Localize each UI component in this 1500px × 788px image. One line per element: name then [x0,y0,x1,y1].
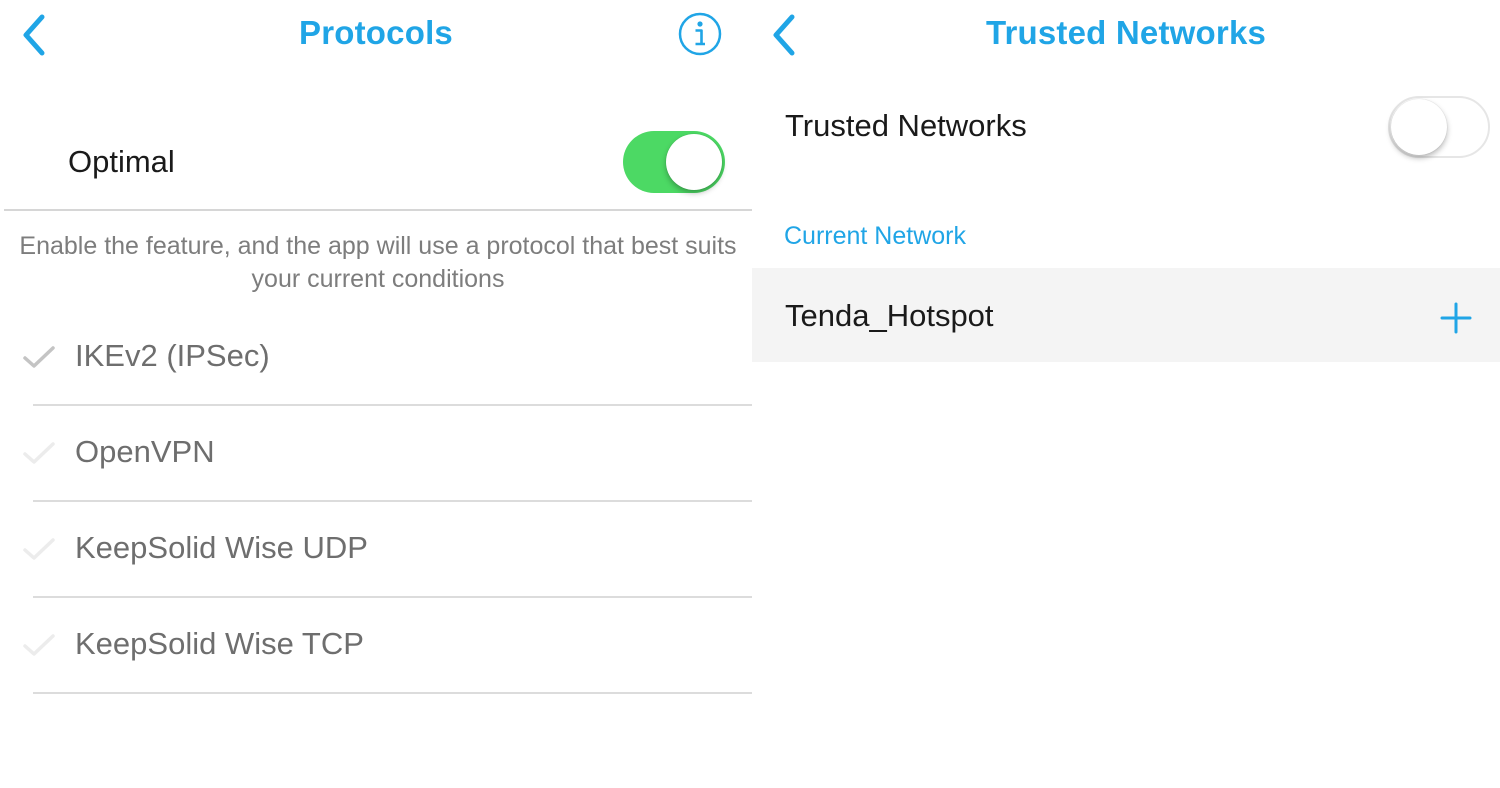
checkmark-icon [23,346,55,368]
checkmark-icon [23,442,55,464]
section-header-current-network: Current Network [784,222,966,250]
protocol-row[interactable]: IKEv2 (IPSec) [0,310,752,406]
protocol-name: KeepSolid Wise UDP [75,530,368,565]
toggle-knob [666,134,722,190]
optimal-label: Optimal [68,144,175,179]
protocol-row[interactable]: OpenVPN [0,406,752,502]
protocol-row[interactable]: KeepSolid Wise UDP [0,502,752,598]
protocol-name: KeepSolid Wise TCP [75,626,364,661]
trusted-networks-label: Trusted Networks [785,108,1027,143]
optimal-description: Enable the feature, and the app will use… [19,232,737,293]
optimal-toggle[interactable] [623,131,725,193]
network-name: Tenda_Hotspot [785,298,994,333]
divider [4,209,752,211]
network-row[interactable]: Tenda_Hotspot [752,268,1500,362]
trusted-networks-screen: Trusted Networks Trusted Networks Curren… [752,0,1500,788]
protocols-screen: Protocols Optimal Enable the feature, an… [0,0,752,788]
protocol-name: OpenVPN [75,434,215,469]
info-icon[interactable] [677,11,723,57]
checkmark-icon [23,634,55,656]
plus-icon[interactable] [1438,300,1474,336]
page-title: Protocols [299,14,453,51]
divider [33,692,752,694]
trusted-networks-toggle[interactable] [1388,96,1490,158]
page-title: Trusted Networks [985,14,1267,51]
toggle-knob [1391,99,1447,155]
protocol-row[interactable]: KeepSolid Wise TCP [0,598,752,694]
protocol-name: IKEv2 (IPSec) [75,338,270,373]
checkmark-icon [23,538,55,560]
